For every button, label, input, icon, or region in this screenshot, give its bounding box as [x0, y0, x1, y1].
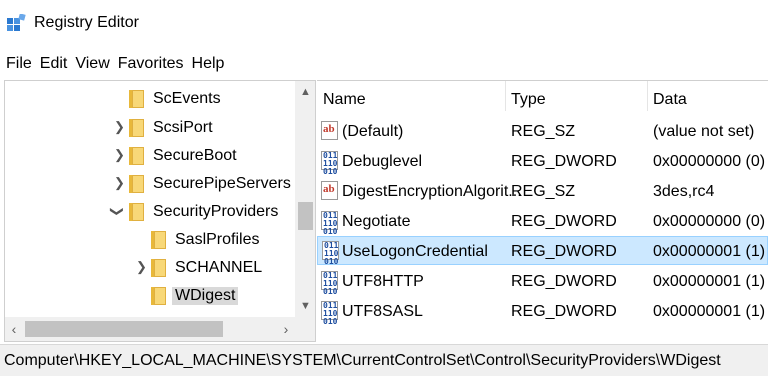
tree-horizontal-scrollbar[interactable]: ‹ › — [5, 317, 295, 341]
menu-view[interactable]: View — [71, 52, 113, 78]
column-header-type[interactable]: Type — [511, 91, 546, 109]
tree-vertical-scrollbar[interactable]: ▲ ▼ — [295, 81, 315, 317]
value-data: 0x00000001 (1) — [653, 273, 766, 290]
value-data: (value not set) — [653, 123, 755, 140]
chevron-right-icon[interactable]: ❯ — [114, 120, 125, 134]
folder-icon — [129, 147, 145, 165]
scroll-up-arrow-icon[interactable]: ▲ — [295, 81, 315, 101]
scroll-right-arrow-icon[interactable]: › — [277, 317, 295, 341]
value-name: UseLogonCredential — [342, 243, 488, 260]
folder-icon — [129, 119, 145, 137]
menu-help[interactable]: Help — [188, 52, 229, 78]
value-type: REG_DWORD — [511, 243, 617, 260]
tree-item-saslprofiles[interactable]: SaslProfiles — [5, 226, 295, 254]
menu-favorites[interactable]: Favorites — [114, 52, 188, 78]
tree-item-label: SecurityProviders — [153, 203, 279, 220]
chevron-right-icon[interactable]: ❯ — [114, 176, 125, 190]
value-type: REG_DWORD — [511, 213, 617, 230]
folder-icon — [151, 259, 167, 277]
tree-item-label: ScEvents — [153, 90, 221, 107]
string-value-icon: ab — [321, 121, 338, 140]
value-data: 3des,rc4 — [653, 183, 715, 200]
binary-value-icon: 011 110 010 — [322, 241, 339, 266]
chevron-right-icon[interactable]: ❯ — [136, 260, 147, 274]
tree-item-label: SCHANNEL — [175, 259, 263, 276]
list-item[interactable]: ab (Default) REG_SZ (value not set) — [317, 117, 768, 146]
scroll-thumb[interactable] — [25, 321, 223, 337]
value-type: REG_DWORD — [511, 273, 617, 290]
value-name: UTF8HTTP — [342, 273, 424, 290]
title-bar: Registry Editor — [0, 0, 768, 44]
window-title: Registry Editor — [34, 14, 139, 31]
tree-item-scsiport[interactable]: ❯ ScsiPort — [5, 114, 295, 142]
scroll-left-arrow-icon[interactable]: ‹ — [5, 317, 23, 341]
scrollbar-corner — [295, 317, 315, 341]
list-item-selected[interactable]: 011 110 010 UseLogonCredential REG_DWORD 0… — [317, 236, 768, 266]
value-type: REG_DWORD — [511, 303, 617, 320]
key-tree[interactable]: ScEvents ❯ ScsiPort ❯ SecureBoot ❯ Secur… — [4, 80, 316, 342]
value-type: REG_SZ — [511, 183, 576, 200]
value-data: 0x00000000 (0) — [653, 213, 766, 230]
value-data: 0x00000000 (0) — [653, 153, 766, 170]
status-bar: Computer\HKEY_LOCAL_MACHINE\SYSTEM\Curre… — [0, 344, 768, 376]
tree-item-securityproviders[interactable]: ❯ SecurityProviders — [5, 198, 295, 226]
chevron-down-icon[interactable]: ❯ — [110, 206, 125, 217]
column-header-data[interactable]: Data — [653, 91, 687, 109]
registry-path[interactable]: Computer\HKEY_LOCAL_MACHINE\SYSTEM\Curre… — [4, 352, 721, 370]
value-name: (Default) — [342, 123, 404, 140]
chevron-right-icon[interactable]: ❯ — [114, 148, 125, 162]
binary-value-icon: 011 110 010 — [321, 301, 338, 326]
registry-editor-icon — [7, 14, 26, 31]
column-header-name[interactable]: Name — [323, 91, 366, 109]
string-value-icon: ab — [321, 181, 338, 200]
value-data: 0x00000001 (1) — [653, 243, 766, 260]
values-list[interactable]: Name Type Data ab (Default) REG_SZ (valu… — [317, 80, 768, 342]
list-item[interactable]: ab DigestEncryptionAlgorit... REG_SZ 3de… — [317, 177, 768, 206]
value-name: Negotiate — [342, 213, 411, 230]
folder-icon — [129, 175, 145, 193]
folder-icon — [151, 231, 167, 249]
menu-file[interactable]: File — [0, 52, 36, 78]
value-name: UTF8SASL — [342, 303, 423, 320]
list-item[interactable]: 011 110 010 UTF8HTTP REG_DWORD 0x00000001 … — [317, 267, 768, 296]
tree-item-label: SecureBoot — [153, 147, 237, 164]
scroll-thumb[interactable] — [298, 202, 313, 230]
tree-item-label: SaslProfiles — [175, 231, 260, 248]
column-divider[interactable] — [647, 81, 648, 111]
folder-icon — [151, 287, 167, 305]
value-name: DigestEncryptionAlgorit... — [342, 183, 522, 200]
binary-value-icon: 011 110 010 — [321, 271, 338, 296]
folder-icon — [129, 203, 145, 221]
value-data: 0x00000001 (1) — [653, 303, 766, 320]
binary-value-icon: 011 110 010 — [321, 211, 338, 236]
menu-edit[interactable]: Edit — [36, 52, 72, 78]
value-type: REG_DWORD — [511, 153, 617, 170]
tree-item-wdigest[interactable]: WDigest — [5, 282, 295, 310]
tree-item-label: SecurePipeServers — [153, 175, 291, 192]
binary-value-icon: 011 110 010 — [321, 151, 338, 176]
list-item[interactable]: 011 110 010 UTF8SASL REG_DWORD 0x00000001 … — [317, 297, 768, 326]
list-item[interactable]: 011 110 010 Debuglevel REG_DWORD 0x0000000… — [317, 147, 768, 176]
scroll-down-arrow-icon[interactable]: ▼ — [295, 297, 315, 317]
tree-item-scevents[interactable]: ScEvents — [5, 85, 295, 113]
tree-item-securepipeservers[interactable]: ❯ SecurePipeServers — [5, 170, 295, 198]
menu-bar: File Edit View Favorites Help — [0, 52, 228, 78]
column-divider[interactable] — [505, 81, 506, 111]
tree-item-schannel[interactable]: ❯ SCHANNEL — [5, 254, 295, 282]
value-type: REG_SZ — [511, 123, 576, 140]
tree-item-secureboot[interactable]: ❯ SecureBoot — [5, 142, 295, 170]
tree-item-label: WDigest — [172, 287, 239, 305]
list-item[interactable]: 011 110 010 Negotiate REG_DWORD 0x00000000… — [317, 207, 768, 236]
tree-item-label: ScsiPort — [153, 119, 213, 136]
folder-icon — [129, 90, 145, 108]
value-name: Debuglevel — [342, 153, 423, 170]
